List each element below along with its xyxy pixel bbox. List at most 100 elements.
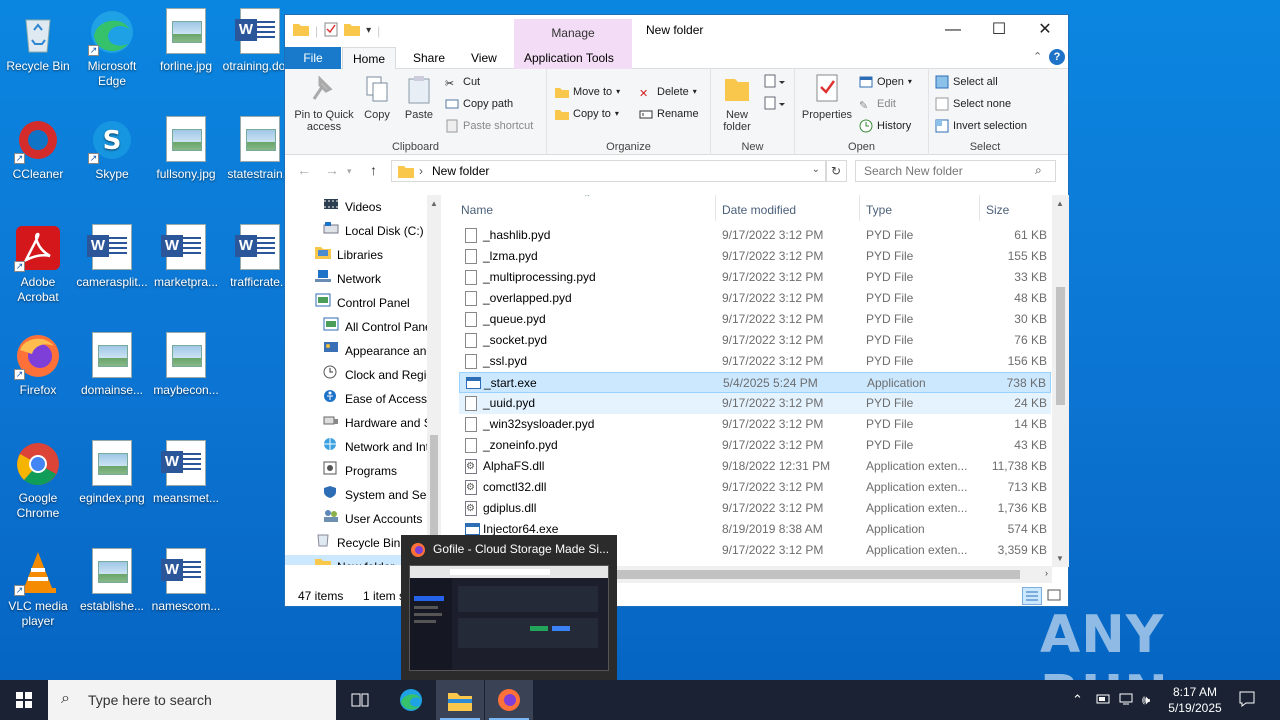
back-arrow-icon[interactable]: ←	[297, 162, 311, 178]
breadcrumb[interactable]: New folder	[432, 164, 489, 178]
nav-item-libraries[interactable]: Libraries	[315, 243, 383, 267]
scroll-right-icon[interactable]: ›	[1045, 568, 1048, 578]
nav-item-local-disk[interactable]: Local Disk (C:)	[323, 219, 424, 243]
large-icons-view-icon[interactable]	[1045, 587, 1063, 605]
file-row[interactable]: _start.exe 5/4/2025 5:24 PM Application 738…	[459, 372, 1051, 393]
file-row[interactable]: _win32sysloader.pyd 9/17/2022 3:12 PM PYD …	[459, 414, 1051, 435]
pin-quick-access-button[interactable]: Pin to Quick access	[289, 73, 359, 133]
desktop-icon-egindex[interactable]: egindex.png	[74, 440, 150, 506]
nav-item-system-security[interactable]: System and Security	[323, 483, 439, 507]
select-none-button[interactable]: Select none	[935, 95, 1011, 113]
file-row[interactable]: comctl32.dll 9/17/2022 3:12 PM Application…	[459, 477, 1051, 498]
desktop-icon-camerasplit[interactable]: camerasplit...	[74, 224, 150, 290]
move-to-button[interactable]: Move to ▾	[555, 83, 620, 101]
nav-item-hardware-sound[interactable]: Hardware and Sound	[323, 411, 439, 435]
file-row[interactable]: _ssl.pyd 9/17/2022 3:12 PM PYD File 156 KB	[459, 351, 1051, 372]
taskbar-edge[interactable]	[387, 680, 435, 720]
properties-icon[interactable]	[324, 21, 338, 40]
desktop-icon-adobe-acrobat[interactable]: ↗ Adobe Acrobat	[0, 224, 76, 305]
forward-arrow-icon[interactable]: →	[325, 162, 339, 178]
desktop-icon-namescom[interactable]: namescom...	[148, 548, 224, 614]
battery-icon[interactable]	[1096, 692, 1110, 709]
taskbar-thumbnail-preview[interactable]: Gofile - Cloud Storage Made Si...	[401, 535, 617, 680]
delete-button[interactable]: ✕ Delete ▾	[639, 83, 697, 101]
desktop-icon-maybecon[interactable]: maybecon...	[148, 332, 224, 398]
refresh-icon[interactable]: ↻	[825, 160, 847, 182]
nav-item-user-accounts[interactable]: User Accounts	[323, 507, 422, 531]
manage-tab[interactable]: Manage	[514, 19, 632, 47]
scroll-thumb[interactable]	[1056, 287, 1065, 405]
nav-item-clock-region[interactable]: Clock and Region	[323, 363, 439, 387]
nav-item-recycle-bin[interactable]: Recycle Bin	[315, 531, 400, 555]
help-icon[interactable]: ?	[1049, 49, 1065, 65]
file-row[interactable]: _multiprocessing.pyd 9/17/2022 3:12 PM PYD…	[459, 267, 1051, 288]
tab-view[interactable]: View	[461, 47, 507, 69]
invert-selection-button[interactable]: Invert selection	[935, 117, 1027, 135]
taskbar-search-box[interactable]: ⌕ Type here to search	[48, 680, 336, 720]
file-row[interactable]: _lzma.pyd 9/17/2022 3:12 PM PYD File 155 KB	[459, 246, 1051, 267]
file-row[interactable]: _queue.pyd 9/17/2022 3:12 PM PYD File 30 KB	[459, 309, 1051, 330]
desktop-icon-meansmet[interactable]: meansmet...	[148, 440, 224, 506]
nav-item-appearance[interactable]: Appearance and Personalization	[323, 339, 439, 363]
file-row[interactable]: _overlapped.pyd 9/17/2022 3:12 PM PYD File…	[459, 288, 1051, 309]
column-separator[interactable]	[715, 195, 716, 221]
rename-button[interactable]: Rename	[639, 105, 699, 123]
nav-item-all-control-panel[interactable]: All Control Panel Items	[323, 315, 439, 339]
scroll-up-icon[interactable]: ▲	[430, 199, 438, 208]
edit-button[interactable]: ✎ Edit	[859, 95, 896, 113]
paste-shortcut-button[interactable]: Paste shortcut	[445, 117, 533, 135]
copy-to-button[interactable]: Copy to ▾	[555, 105, 619, 123]
task-view-button[interactable]	[336, 680, 384, 720]
scroll-thumb[interactable]	[430, 435, 438, 545]
desktop-icon-fullsony[interactable]: fullsony.jpg	[148, 116, 224, 182]
customize-qat-icon[interactable]: ▾	[366, 25, 371, 36]
desktop-icon-recycle-bin[interactable]: Recycle Bin	[0, 8, 76, 74]
start-button[interactable]	[0, 680, 48, 720]
tab-file[interactable]: File	[285, 47, 341, 69]
search-input[interactable]: Search New folder	[855, 160, 1056, 182]
file-row[interactable]: _socket.pyd 9/17/2022 3:12 PM PYD File 76 K…	[459, 330, 1051, 351]
column-type[interactable]: Type	[866, 203, 892, 217]
nav-scrollbar[interactable]: ▲	[427, 195, 441, 565]
file-row[interactable]: _hashlib.pyd 9/17/2022 3:12 PM PYD File 61 …	[459, 225, 1051, 246]
tab-application-tools[interactable]: Application Tools	[514, 47, 632, 69]
desktop-icon-vlc[interactable]: ↗ VLC media player	[0, 548, 76, 629]
address-dropdown-icon[interactable]: ⌄	[812, 164, 820, 175]
desktop-icon-marketpra[interactable]: marketpra...	[148, 224, 224, 290]
column-separator[interactable]	[859, 195, 860, 221]
up-arrow-icon[interactable]: ↑	[370, 162, 377, 178]
open-button[interactable]: Open ▾	[859, 73, 912, 91]
new-folder-icon[interactable]	[344, 22, 361, 39]
collapse-ribbon-icon[interactable]: ⌃	[1033, 50, 1042, 63]
maximize-icon[interactable]: ☐	[976, 15, 1022, 45]
desktop-icon-google-chrome[interactable]: Google Chrome	[0, 440, 76, 521]
nav-item-programs[interactable]: Programs	[323, 459, 397, 483]
notification-center-icon[interactable]	[1238, 690, 1256, 711]
recent-locations-icon[interactable]: ▾	[347, 166, 352, 177]
nav-item-control-panel[interactable]: Control Panel	[315, 291, 410, 315]
desktop-icon-edge[interactable]: ↗ Microsoft Edge	[74, 8, 150, 89]
new-folder-button[interactable]: New folder	[715, 73, 759, 133]
taskbar-file-explorer[interactable]	[436, 680, 484, 720]
copy-button[interactable]: Copy	[359, 73, 395, 121]
column-name[interactable]: Name	[461, 203, 493, 217]
new-item-icon[interactable]	[763, 73, 785, 92]
system-clock[interactable]: 8:17 AM 5/19/2025	[1160, 684, 1230, 716]
file-row[interactable]: AlphaFS.dll 9/18/2022 12:31 PM Application…	[459, 456, 1051, 477]
file-row[interactable]: gdiplus.dll 9/17/2022 3:12 PM Application …	[459, 498, 1051, 519]
scroll-up-icon[interactable]: ▲	[1056, 199, 1064, 208]
network-icon[interactable]	[1118, 692, 1134, 709]
copy-path-button[interactable]: Copy path	[445, 95, 513, 113]
minimize-icon[interactable]: —	[930, 15, 976, 45]
file-row[interactable]: _zoneinfo.pyd 9/17/2022 3:12 PM PYD File 43…	[459, 435, 1051, 456]
preview-thumbnail[interactable]	[409, 565, 609, 671]
nav-item-network[interactable]: Network	[315, 267, 381, 291]
address-bar[interactable]: › New folder ⌄	[391, 160, 827, 182]
file-row[interactable]: _uuid.pyd 9/17/2022 3:12 PM PYD File 24 KB	[459, 393, 1051, 414]
tab-share[interactable]: Share	[403, 47, 455, 69]
desktop-icon-ccleaner[interactable]: ↗ CCleaner	[0, 116, 76, 182]
desktop-icon-domainse[interactable]: domainse...	[74, 332, 150, 398]
close-icon[interactable]: ✕	[1022, 15, 1068, 45]
desktop-icon-skype[interactable]: S ↗ Skype	[74, 116, 150, 182]
details-view-icon[interactable]	[1022, 587, 1042, 605]
